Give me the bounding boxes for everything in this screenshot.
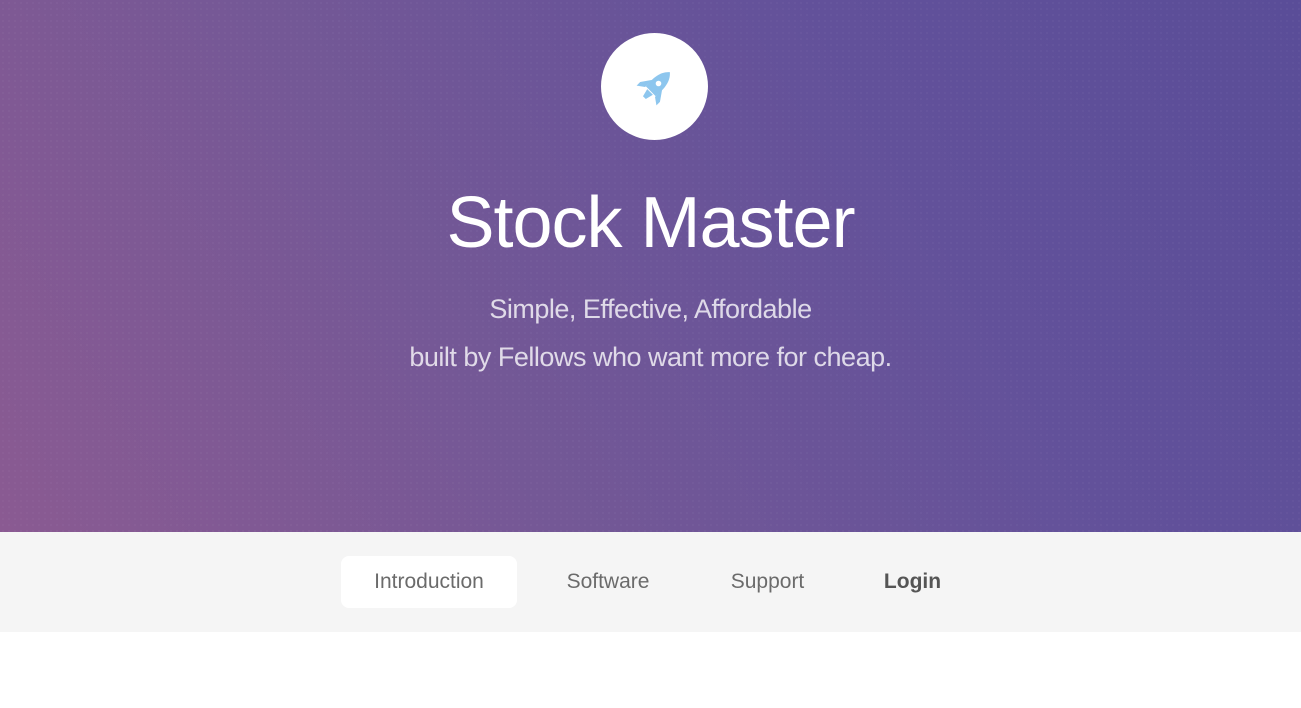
nav-login[interactable]: Login	[855, 556, 970, 608]
rocket-icon	[636, 71, 670, 105]
hero-section: Stock Master Simple, Effective, Affordab…	[0, 0, 1301, 532]
tagline-line-1: Simple, Effective, Affordable	[489, 294, 812, 324]
nav-introduction[interactable]: Introduction	[341, 556, 517, 608]
logo	[601, 33, 708, 140]
page-title: Stock Master	[446, 183, 855, 263]
tagline-line-2: built by Fellows who want more for cheap…	[409, 342, 892, 372]
nav-software[interactable]: Software	[528, 556, 688, 608]
nav-support[interactable]: Support	[690, 556, 845, 608]
main-nav: Introduction Software Support Login	[0, 532, 1301, 632]
